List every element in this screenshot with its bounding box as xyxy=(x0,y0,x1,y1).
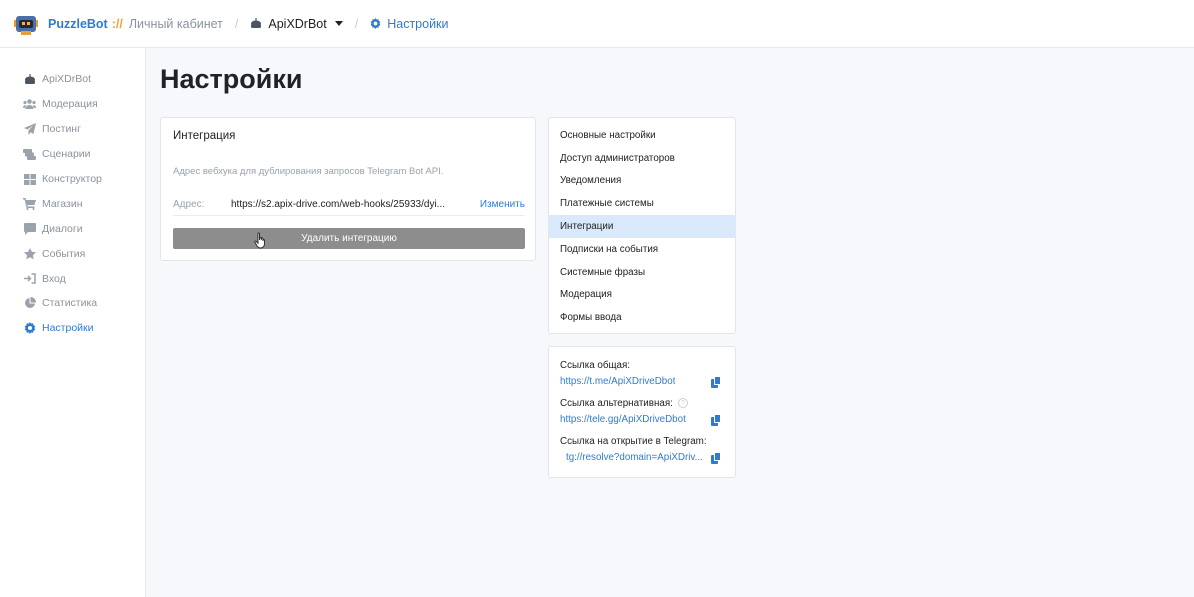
sidebar-item-shop[interactable]: Магазин xyxy=(0,191,145,216)
menu-item-notifications[interactable]: Уведомления xyxy=(549,170,735,193)
bot-icon xyxy=(251,18,262,28)
settings-menu: Основные настройки Доступ администраторо… xyxy=(548,117,736,334)
sidebar-item-label: Настройки xyxy=(42,322,94,335)
sidebar-item-label: Модерация xyxy=(42,98,98,111)
sidebar-item-statistics[interactable]: Статистика xyxy=(0,291,145,316)
copy-icon[interactable] xyxy=(711,413,722,426)
cart-icon xyxy=(23,197,36,210)
general-link-row: https://t.me/ApiXDriveDbot xyxy=(560,373,724,390)
scenarios-icon xyxy=(23,148,36,160)
puzzlebot-logo-icon[interactable] xyxy=(14,12,38,36)
breadcrumb-separator: / xyxy=(234,16,239,31)
sidebar-item-label: Постинг xyxy=(42,123,81,136)
sidebar-item-dialogs[interactable]: Диалоги xyxy=(0,216,145,241)
webhook-address-value: https://s2.apix-drive.com/web-hooks/2593… xyxy=(231,199,445,210)
sidebar-item-scenarios[interactable]: Сценарии xyxy=(0,142,145,167)
menu-item-system-phrases[interactable]: Системные фразы xyxy=(549,261,735,284)
alt-link-url[interactable]: https://tele.gg/ApiXDriveDbot xyxy=(560,414,686,425)
general-link-label-text: Ссылка общая: xyxy=(560,359,630,371)
bot-name: ApiXDrBot xyxy=(268,16,327,31)
menu-item-event-subscriptions[interactable]: Подписки на события xyxy=(549,238,735,261)
open-link-label: Ссылка на открытие в Telegram: xyxy=(560,433,724,449)
integration-card: Интеграция Адрес вебхука для дублировани… xyxy=(160,117,536,261)
menu-item-moderation[interactable]: Модерация xyxy=(549,284,735,307)
sidebar-item-posting[interactable]: Постинг xyxy=(0,117,145,142)
breadcrumb-separator: / xyxy=(354,16,359,31)
open-link-label-text: Ссылка на открытие в Telegram: xyxy=(560,435,707,447)
sidebar-item-settings[interactable]: Настройки xyxy=(0,316,145,341)
copy-icon[interactable] xyxy=(711,375,722,388)
integration-title: Интеграция xyxy=(173,130,236,142)
users-icon xyxy=(23,98,36,110)
grid-icon xyxy=(23,173,36,185)
menu-item-admin-access[interactable]: Доступ администраторов xyxy=(549,147,735,170)
sidebar-item-moderation[interactable]: Модерация xyxy=(0,92,145,117)
sidebar-item-login[interactable]: Вход xyxy=(0,266,145,291)
open-link-row: tg://resolve?domain=ApiXDriv... xyxy=(560,449,724,466)
chevron-down-icon xyxy=(334,21,343,26)
sidebar-item-label: Конструктор xyxy=(42,173,102,185)
brand-name[interactable]: PuzzleBot xyxy=(48,17,108,31)
breadcrumb-settings[interactable]: Настройки xyxy=(370,16,449,31)
sidebar-item-label: Диалоги xyxy=(42,222,83,235)
star-icon xyxy=(23,247,36,260)
menu-item-integrations[interactable]: Интеграции xyxy=(549,215,735,238)
pie-chart-icon xyxy=(23,297,36,309)
copy-icon[interactable] xyxy=(711,451,722,464)
alt-link-label: Ссылка альтернативная: ? xyxy=(560,395,724,411)
sidebar-item-label: События xyxy=(42,247,86,260)
sidebar-item-label: Магазин xyxy=(42,197,83,210)
breadcrumb-current: Настройки xyxy=(387,16,449,31)
menu-item-basic-settings[interactable]: Основные настройки xyxy=(549,124,735,147)
integration-description: Адрес вебхука для дублирования запросов … xyxy=(173,166,444,177)
send-icon xyxy=(23,123,36,136)
sidebar-item-label: Сценарии xyxy=(42,148,91,161)
hand-cursor-icon xyxy=(254,232,265,249)
delete-integration-button[interactable]: Удалить интеграцию xyxy=(173,228,525,249)
help-icon[interactable]: ? xyxy=(677,398,688,408)
change-address-link[interactable]: Изменить xyxy=(480,199,525,210)
sidebar-item-bot[interactable]: ApiXDrBot xyxy=(0,67,145,92)
sidebar-item-label: Вход xyxy=(42,272,66,285)
gear-icon xyxy=(370,18,381,29)
bot-links-card: Ссылка общая: https://t.me/ApiXDriveDbot… xyxy=(548,346,736,478)
menu-item-payment-systems[interactable]: Платежные системы xyxy=(549,192,735,215)
alt-link-label-text: Ссылка альтернативная: xyxy=(560,397,673,409)
sidebar-item-label: ApiXDrBot xyxy=(42,73,92,86)
webhook-address-row: Адрес: https://s2.apix-drive.com/web-hoo… xyxy=(173,199,525,216)
login-icon xyxy=(23,273,36,285)
general-link-label: Ссылка общая: xyxy=(560,357,724,373)
menu-item-input-forms[interactable]: Формы ввода xyxy=(549,306,735,329)
open-telegram-link-url[interactable]: tg://resolve?domain=ApiXDriv... xyxy=(566,452,703,463)
sidebar-item-label: Статистика xyxy=(42,297,98,310)
sidebar: ApiXDrBot Модерация Постинг Сценарии Кон… xyxy=(0,48,146,597)
gear-icon xyxy=(23,322,36,335)
brand-separator: :// xyxy=(111,16,123,31)
general-link-url[interactable]: https://t.me/ApiXDriveDbot xyxy=(560,376,675,387)
bot-selector[interactable]: ApiXDrBot xyxy=(250,16,343,31)
sidebar-item-events[interactable]: События xyxy=(0,241,145,266)
alt-link-row: https://tele.gg/ApiXDriveDbot xyxy=(560,411,724,428)
page-title: Настройки xyxy=(160,64,303,94)
chat-icon xyxy=(23,222,36,235)
address-label: Адрес: xyxy=(173,199,205,210)
sidebar-item-constructor[interactable]: Конструктор xyxy=(0,167,145,192)
breadcrumb-cabinet[interactable]: Личный кабинет xyxy=(129,17,223,31)
top-bar: PuzzleBot :// Личный кабинет / ApiXDrBot… xyxy=(0,0,1194,48)
bot-icon xyxy=(23,73,36,85)
